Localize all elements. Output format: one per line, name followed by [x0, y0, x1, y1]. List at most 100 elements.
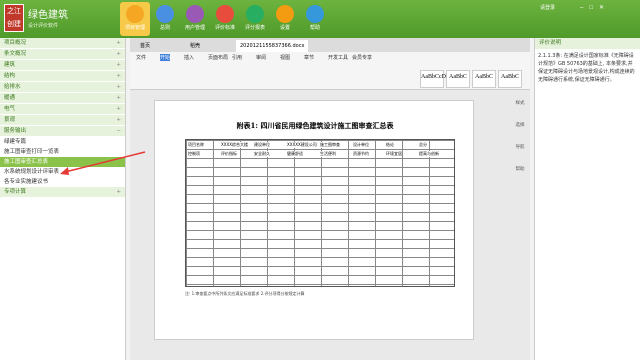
table-cell: 生活便利: [320, 151, 336, 157]
sidebar-item-0[interactable]: 绿建专篇: [0, 137, 125, 147]
doc-tabs: 首页 稻壳 2020121155837366.docx: [130, 38, 530, 52]
menu-item-4[interactable]: 引用: [232, 54, 242, 61]
sidebar-section-service[interactable]: 服务输出 −: [0, 126, 125, 137]
style-preset-3[interactable]: AaBbC: [498, 70, 522, 88]
right-panel-title: 评价说明: [535, 38, 640, 49]
menu-item-1[interactable]: 开始: [160, 54, 171, 61]
table-cell: 总分: [419, 142, 427, 148]
right-tool-0[interactable]: 样式: [510, 100, 530, 122]
collapse-icon: −: [116, 128, 121, 134]
right-panel-body: 2.1.1.3条: 在满足设计国家标准《无障碍设计规范》GB 50763的基础上…: [538, 53, 635, 83]
table-cell: 设计单位: [353, 142, 369, 148]
expand-icon: +: [116, 84, 121, 90]
expand-icon: +: [116, 62, 121, 68]
menu-item-3[interactable]: 页面布局: [208, 54, 228, 61]
sidebar-section-0[interactable]: 项目概况 +: [0, 38, 125, 49]
menu-item-5[interactable]: 审阅: [256, 54, 266, 61]
toolbar-button-6[interactable]: 帮助: [300, 2, 330, 36]
summary-table: 项目名称 XXXX综合大楼 建设单位 XXXXX建设公司 施工图审查 设计单位 结论 总分控制…: [185, 139, 455, 287]
toolbar-button-1[interactable]: 总则: [150, 2, 180, 36]
toolbar-icon-2: [186, 5, 204, 23]
style-preset-0[interactable]: AaBbCcDd: [420, 70, 449, 88]
toolbar-label-0: 项目管理: [124, 25, 145, 31]
expand-icon: +: [116, 95, 121, 101]
document-page: 附表1: 四川省民用绿色建筑设计施工图审查汇总表 项目名称 XXXX综合大楼 建设单…: [154, 100, 474, 340]
menu-item-8[interactable]: 开发工具: [328, 54, 348, 61]
menu-item-7[interactable]: 章节: [304, 54, 314, 61]
sidebar-section-6[interactable]: 电气 +: [0, 104, 125, 115]
toolbar-button-3[interactable]: 评价标准: [210, 2, 240, 36]
toolbar-icon-5: [276, 5, 294, 23]
annotation-arrow: [60, 151, 146, 175]
toolbar-label-1: 总则: [159, 25, 170, 31]
toolbar-label-5: 设置: [279, 25, 290, 31]
table-cell: 提高与创新: [419, 151, 439, 157]
expand-icon: +: [116, 51, 121, 57]
table-notes: 注: 1.审查要点中所列条文应满足标准要求 2.评分项得分按规定计算: [185, 291, 305, 296]
toolbar-label-4: 评分报表: [244, 25, 265, 31]
doc-tab-2[interactable]: 2020121155837366.docx: [236, 40, 309, 52]
doc-tab-1[interactable]: 稻壳: [186, 40, 204, 52]
page-title: 附表1: 四川省民用绿色建筑设计施工图审查汇总表: [236, 121, 394, 130]
table-cell: XXXX综合大楼: [221, 142, 248, 148]
right-tool-1[interactable]: 选择: [510, 122, 530, 144]
toolbar-button-0[interactable]: 项目管理: [120, 2, 150, 36]
sidebar: 项目概况 + 条文概况 + 建筑 + 结构 + 给排水 + 暖通 + 电气 + 景观 + 服务输出 − 绿建专篇 施工…: [0, 38, 126, 360]
right-tool-3[interactable]: 帮助: [510, 166, 530, 188]
right-tool-2[interactable]: 导航: [510, 144, 530, 166]
expand-icon: +: [116, 73, 121, 79]
table-cell: 资源节约: [353, 151, 369, 157]
top-bar: 之江 创建 绿色建筑 设计评价软件 项目管理 总则 用户管理 评价标准 评分报表 设置 帮助…: [0, 0, 640, 38]
style-preset-2[interactable]: AaBbC: [472, 70, 496, 88]
table-cell: 健康舒适: [287, 151, 303, 157]
toolbar-icon-3: [216, 5, 234, 23]
menu-item-0[interactable]: 文件: [136, 54, 146, 61]
sidebar-section-1[interactable]: 条文概况 +: [0, 49, 125, 60]
table-cell: 建设单位: [254, 142, 270, 148]
toolbar-button-4[interactable]: 评分报表: [240, 2, 270, 36]
menu-item-9[interactable]: 会员专享: [352, 54, 372, 61]
table-cell: XXXXX建设公司: [287, 142, 317, 148]
table-cell: 安全耐久: [254, 151, 270, 157]
table-cell: 施工图审查: [320, 142, 340, 148]
table-cell: 控制项: [188, 151, 200, 157]
toolbar-label-3: 评价标准: [214, 25, 235, 31]
table-cell: 环境宜居: [386, 151, 402, 157]
doc-tab-0[interactable]: 首页: [136, 40, 154, 52]
sidebar-section-7[interactable]: 景观 +: [0, 115, 125, 126]
sidebar-section-2[interactable]: 建筑 +: [0, 60, 125, 71]
table-cell: 评价指标: [221, 151, 237, 157]
right-panel: 评价说明 2.1.1.3条: 在满足设计国家标准《无障碍设计规范》GB 5076…: [534, 38, 640, 360]
menu-item-2[interactable]: 插入: [184, 54, 194, 61]
brand-subtitle: 设计评价软件: [28, 23, 59, 29]
expand-icon: +: [116, 189, 121, 195]
expand-icon: +: [116, 40, 121, 46]
doc-toolbar: 文件 开始 插入 页面布局 引用 审阅 视图 章节 开发工具 会员专享 AaBbCcDd AaBbC A…: [130, 52, 530, 90]
expand-icon: +: [116, 106, 121, 112]
toolbar-button-2[interactable]: 用户管理: [180, 2, 210, 36]
toolbar-icon-0: [126, 5, 144, 23]
window-controls[interactable]: ‒□✕: [580, 4, 610, 11]
sidebar-section-4[interactable]: 给排水 +: [0, 82, 125, 93]
document-viewer: 首页 稻壳 2020121155837366.docx 文件 开始 插入 页面布局 引用 审阅…: [130, 38, 530, 360]
style-preset-1[interactable]: AaBbC: [446, 70, 470, 88]
toolbar-icon-1: [156, 5, 174, 23]
app-logo: 之江 创建: [4, 4, 24, 32]
table-cell: 结论: [386, 142, 394, 148]
toolbar-label-2: 用户管理: [184, 25, 205, 31]
sidebar-section-calc[interactable]: 专项计算 +: [0, 187, 125, 198]
toolbar-button-5[interactable]: 设置: [270, 2, 300, 36]
brand-name: 绿色建筑: [28, 10, 68, 21]
login-link[interactable]: 请登录: [540, 4, 555, 11]
right-tools: 样式 选择 导航 帮助: [510, 100, 530, 188]
sidebar-section-5[interactable]: 暖通 +: [0, 93, 125, 104]
table-cell: 项目名称: [188, 142, 204, 148]
toolbar-icon-4: [246, 5, 264, 23]
expand-icon: +: [116, 117, 121, 123]
sidebar-section-3[interactable]: 结构 +: [0, 71, 125, 82]
toolbar-label-6: 帮助: [309, 25, 320, 31]
toolbar-icon-6: [306, 5, 324, 23]
logo-line-2: 创建: [7, 20, 21, 28]
menu-item-6[interactable]: 视图: [280, 54, 290, 61]
logo-line-1: 之江: [7, 7, 21, 15]
